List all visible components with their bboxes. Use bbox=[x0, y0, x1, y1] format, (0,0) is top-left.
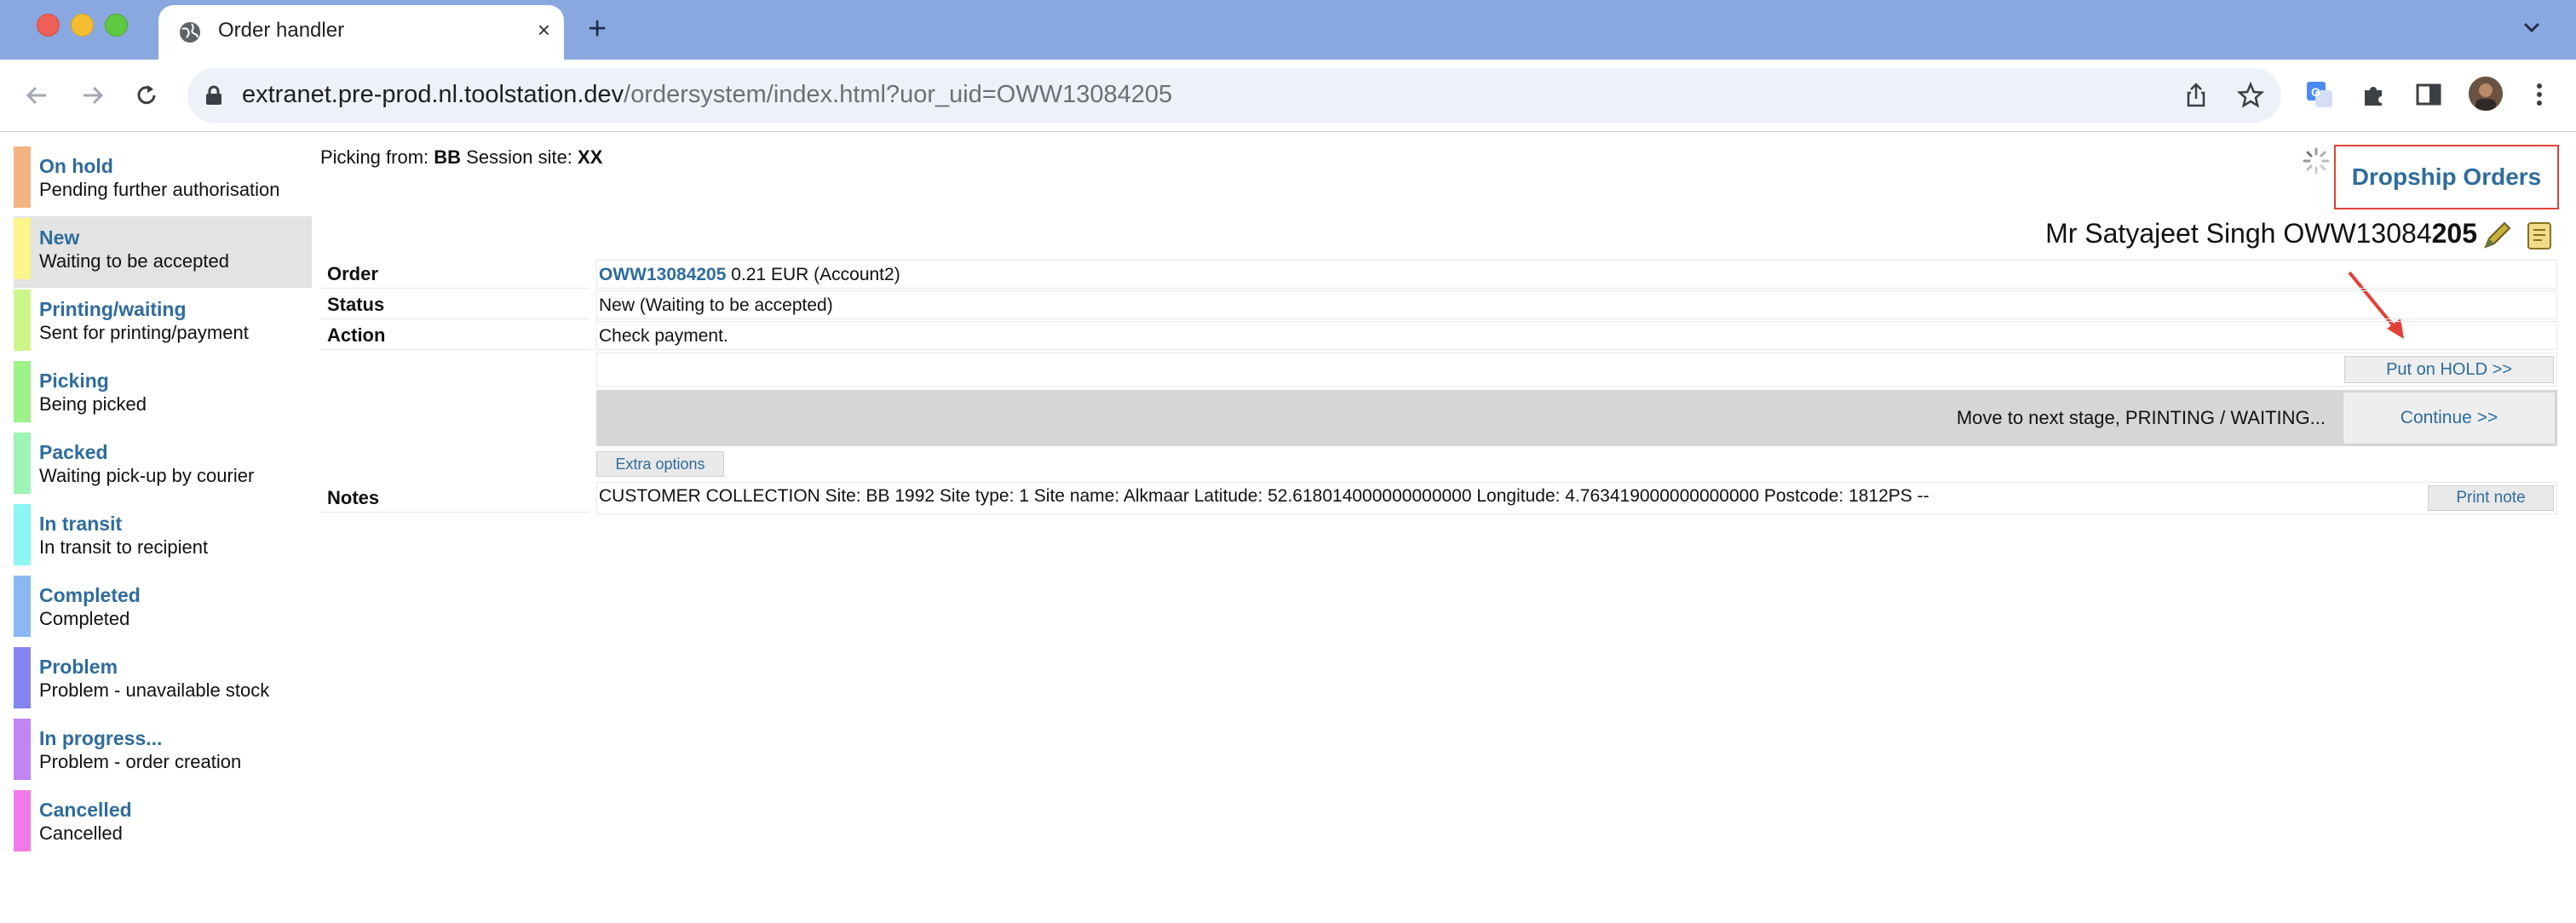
picking-label: Picking from: bbox=[320, 146, 429, 168]
avatar-image bbox=[2469, 77, 2503, 111]
put-on-hold-button[interactable]: Put on HOLD >> bbox=[2344, 356, 2554, 383]
status-color-bar bbox=[14, 790, 31, 851]
chevron-down-icon[interactable] bbox=[2521, 17, 2542, 37]
forward-arrow-icon[interactable] bbox=[78, 82, 106, 109]
sidebar-item-title[interactable]: Packed bbox=[39, 441, 108, 464]
sidebar-item-printing-waiting[interactable]: Printing/waiting Sent for printing/payme… bbox=[14, 288, 312, 359]
svg-text:G: G bbox=[2311, 85, 2320, 99]
bookmark-star-icon[interactable] bbox=[2237, 82, 2264, 109]
notes-row-value: CUSTOMER COLLECTION Site: BB 1992 Site t… bbox=[596, 482, 2557, 514]
sidebar-item-packed[interactable]: Packed Waiting pick-up by courier bbox=[14, 431, 312, 502]
status-color-bar bbox=[14, 576, 31, 637]
status-color-bar bbox=[14, 433, 31, 494]
sidebar-item-title[interactable]: Problem bbox=[39, 656, 118, 679]
sidebar-item-subtitle: Being picked bbox=[39, 393, 147, 415]
translate-icon[interactable]: G bbox=[2305, 80, 2334, 109]
sidebar-item-new[interactable]: New Waiting to be accepted bbox=[14, 216, 312, 288]
sidebar-item-title[interactable]: Printing/waiting bbox=[39, 298, 187, 321]
action-row-value: Check payment. bbox=[596, 321, 2557, 350]
sidebar-item-subtitle: Pending further authorisation bbox=[39, 179, 280, 200]
reload-icon[interactable] bbox=[133, 82, 160, 109]
sidebar-item-title[interactable]: In progress... bbox=[39, 727, 162, 750]
sidebar-item-subtitle: Completed bbox=[39, 608, 130, 629]
browser-tab[interactable]: Order handler × bbox=[158, 5, 564, 60]
window-zoom-button[interactable] bbox=[105, 14, 128, 37]
status-color-bar bbox=[14, 290, 31, 351]
customer-order-heading: Mr Satyajeet Singh OWW13084205 bbox=[2045, 218, 2477, 249]
sidebar-item-title[interactable]: Picking bbox=[39, 370, 109, 393]
sidebar-item-in-transit[interactable]: In transit In transit to recipient bbox=[14, 502, 312, 574]
sidebar-item-title[interactable]: Completed bbox=[39, 584, 141, 607]
continue-button[interactable]: Continue >> bbox=[2343, 392, 2556, 444]
status-color-bar bbox=[14, 719, 31, 780]
sidebar-item-title[interactable]: On hold bbox=[39, 155, 113, 178]
share-icon[interactable] bbox=[2182, 82, 2210, 109]
order-amount: 0.21 EUR (Account2) bbox=[731, 265, 900, 284]
more-vertical-icon[interactable] bbox=[2525, 80, 2554, 109]
picking-site: BB bbox=[434, 146, 462, 168]
status-color-bar bbox=[14, 504, 31, 565]
status-color-bar bbox=[14, 146, 31, 208]
back-arrow-icon[interactable] bbox=[24, 82, 51, 109]
new-tab-button[interactable]: + bbox=[588, 10, 607, 48]
sidebar-item-title[interactable]: New bbox=[39, 226, 79, 249]
next-stage-text: Move to next stage, PRINTING / WAITING..… bbox=[1956, 407, 2326, 428]
extra-options-button[interactable]: Extra options bbox=[596, 451, 724, 477]
tab-close-icon[interactable]: × bbox=[538, 17, 550, 43]
sidebar-item-problem[interactable]: Problem Problem - unavailable stock bbox=[14, 645, 312, 717]
sidebar-item-subtitle: Problem - unavailable stock bbox=[39, 679, 270, 701]
session-label: Session site: bbox=[466, 146, 572, 168]
action-row-label: Action bbox=[320, 321, 589, 350]
sidebar-item-completed[interactable]: Completed Completed bbox=[14, 574, 312, 645]
status-color-bar bbox=[14, 218, 31, 279]
sidebar-item-in-progress[interactable]: In progress... Problem - order creation bbox=[14, 717, 312, 788]
browser-tab-bar: Order handler × + bbox=[0, 0, 2576, 60]
sidebar-item-subtitle: Waiting to be accepted bbox=[39, 250, 229, 272]
tab-title: Order handler bbox=[218, 19, 345, 42]
notes-scroll-icon[interactable] bbox=[2523, 218, 2557, 252]
status-color-bar bbox=[14, 647, 31, 708]
sidebar-item-picking[interactable]: Picking Being picked bbox=[14, 359, 312, 431]
hold-row bbox=[596, 353, 2557, 387]
address-bar[interactable]: extranet.pre-prod.nl.toolstation.dev/ord… bbox=[187, 68, 2281, 123]
url-text[interactable]: extranet.pre-prod.nl.toolstation.dev/ord… bbox=[242, 81, 1172, 109]
url-host: extranet.pre-prod.nl.toolstation.dev bbox=[242, 81, 624, 108]
browser-toolbar: extranet.pre-prod.nl.toolstation.dev/ord… bbox=[0, 60, 2576, 132]
sidebar-item-subtitle: Problem - order creation bbox=[39, 751, 242, 772]
sidebar-item-on-hold[interactable]: On hold Pending further authorisation bbox=[14, 145, 312, 216]
dropship-orders-link[interactable]: Dropship Orders bbox=[2334, 145, 2559, 209]
sidebar-item-subtitle: Waiting pick-up by courier bbox=[39, 465, 255, 486]
picking-info: Picking from: BB Session site: XX bbox=[320, 146, 602, 169]
side-panel-icon[interactable] bbox=[2414, 80, 2443, 109]
notes-row-label: Notes bbox=[320, 484, 589, 513]
order-id-link[interactable]: OWW13084205 bbox=[599, 265, 726, 284]
lock-icon[interactable] bbox=[204, 85, 223, 106]
session-site: XX bbox=[578, 146, 603, 168]
status-row-value: New (Waiting to be accepted) bbox=[596, 290, 2557, 319]
extensions-puzzle-icon[interactable] bbox=[2360, 80, 2389, 109]
sidebar-item-subtitle: Cancelled bbox=[39, 823, 123, 844]
loading-spinner-icon bbox=[2303, 147, 2330, 175]
sidebar-item-title[interactable]: In transit bbox=[39, 513, 122, 536]
status-color-bar bbox=[14, 361, 31, 422]
globe-icon bbox=[180, 22, 200, 43]
customer-name-order-prefix: Mr Satyajeet Singh OWW13084 bbox=[2045, 218, 2432, 249]
order-row-label: Order bbox=[320, 260, 589, 289]
profile-avatar[interactable] bbox=[2469, 77, 2503, 111]
window-close-button[interactable] bbox=[37, 14, 60, 37]
status-sidebar: On hold Pending further authorisation Ne… bbox=[14, 145, 312, 860]
print-note-button[interactable]: Print note bbox=[2428, 485, 2554, 511]
sidebar-item-title[interactable]: Cancelled bbox=[39, 799, 132, 822]
url-path: /ordersystem/index.html?uor_uid=OWW13084… bbox=[624, 81, 1173, 108]
window-minimize-button[interactable] bbox=[71, 14, 94, 37]
next-stage-row: Move to next stage, PRINTING / WAITING..… bbox=[596, 390, 2557, 446]
order-row-value: OWW13084205 0.21 EUR (Account2) bbox=[596, 260, 2557, 289]
sidebar-item-cancelled[interactable]: Cancelled Cancelled bbox=[14, 788, 312, 860]
sidebar-item-subtitle: In transit to recipient bbox=[39, 536, 209, 558]
customer-order-suffix: 205 bbox=[2431, 218, 2477, 249]
sidebar-item-subtitle: Sent for printing/payment bbox=[39, 322, 249, 343]
status-row-label: Status bbox=[320, 290, 589, 319]
edit-pen-icon[interactable] bbox=[2481, 218, 2515, 252]
